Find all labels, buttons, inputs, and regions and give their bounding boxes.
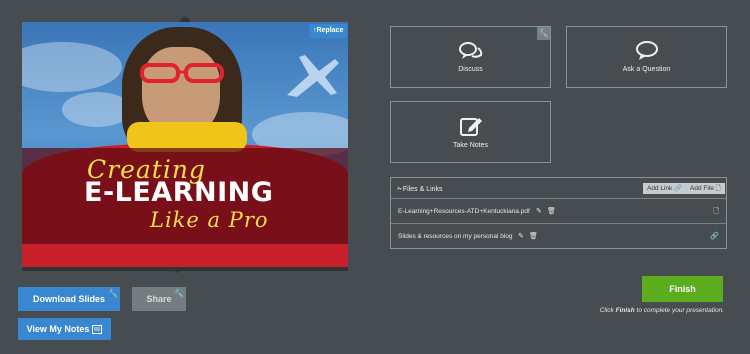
link-icon: 🔗 — [674, 185, 683, 192]
link-icon: 🔗 — [710, 233, 719, 240]
slide-title-line2: E-LEARNING — [84, 177, 274, 208]
file-row[interactable]: Slides & resources on my personal blog ✎… — [391, 225, 726, 249]
finish-label: Finish — [669, 284, 696, 294]
add-link-button[interactable]: Add Link 🔗 — [643, 183, 687, 194]
pencil-icon[interactable]: ✎ — [536, 207, 542, 215]
files-title-label: Files & Links — [402, 186, 443, 193]
files-header: ✁Files & Links Add Link 🔗 Add File 🗋 — [391, 178, 726, 199]
slide-title-line3: Like a Pro — [150, 208, 269, 232]
discuss-label: Discuss — [458, 66, 483, 73]
view-my-notes-button[interactable]: View My Notes — [18, 318, 111, 340]
wrench-icon[interactable]: 🔧 — [174, 289, 184, 298]
ask-question-label: Ask a Question — [622, 66, 671, 73]
ask-question-card[interactable]: Ask a Question — [566, 26, 727, 88]
share-label: Share — [146, 294, 172, 304]
view-notes-label: View My Notes — [26, 324, 90, 334]
discuss-card[interactable]: Discuss 🔧 — [390, 26, 551, 88]
add-file-button[interactable]: Add File 🗋 — [686, 183, 725, 194]
replace-label: Replace — [316, 27, 344, 34]
download-slides-label: Download Slides — [32, 294, 105, 304]
wrench-icon[interactable]: 🔧 — [537, 27, 550, 40]
speech-bubble-icon — [635, 41, 658, 60]
file-icon: 🗋 — [713, 208, 719, 215]
trash-icon[interactable]: 🗑 — [547, 207, 556, 215]
finish-hint: Click Finish to complete your presentati… — [600, 307, 724, 314]
finish-button[interactable]: Finish — [642, 276, 723, 302]
chat-bubbles-icon — [458, 42, 482, 59]
download-slides-button[interactable]: Download Slides 🔧 — [18, 287, 120, 311]
file-row[interactable]: E-Learning+Resources-ATD+Kentuckiana.pdf… — [391, 200, 726, 224]
finish-hint-bold: Finish — [615, 307, 635, 314]
trash-icon[interactable]: 🗑 — [529, 232, 538, 240]
edit-note-icon — [459, 118, 482, 136]
files-title: ✁Files & Links — [397, 185, 443, 193]
replace-button[interactable]: ↑Replace — [309, 24, 348, 38]
share-button[interactable]: Share 🔧 — [132, 287, 186, 311]
red-glasses — [140, 63, 224, 83]
airplane-image — [287, 55, 339, 97]
link-name[interactable]: Slides & resources on my personal blog — [398, 233, 513, 240]
file-icon: 🗋 — [715, 185, 721, 192]
slide-preview: Creating E-LEARNING Like a Pro — [22, 22, 348, 267]
file-name[interactable]: E-Learning+Resources-ATD+Kentuckiana.pdf — [398, 208, 530, 215]
take-notes-label: Take Notes — [452, 142, 489, 149]
notes-icon — [92, 324, 103, 334]
add-link-label: Add Link — [647, 185, 673, 192]
take-notes-card[interactable]: Take Notes — [390, 101, 551, 163]
finish-hint-prefix: Click — [599, 307, 616, 314]
finish-hint-suffix: to complete your presentation. — [634, 307, 724, 314]
wrench-icon[interactable]: 🔧 — [108, 289, 118, 298]
files-links-panel: ✁Files & Links Add Link 🔗 Add File 🗋 E-L… — [390, 177, 727, 249]
slide-shadow — [22, 267, 348, 271]
add-file-label: Add File — [690, 185, 714, 192]
pencil-icon[interactable]: ✎ — [518, 232, 524, 240]
